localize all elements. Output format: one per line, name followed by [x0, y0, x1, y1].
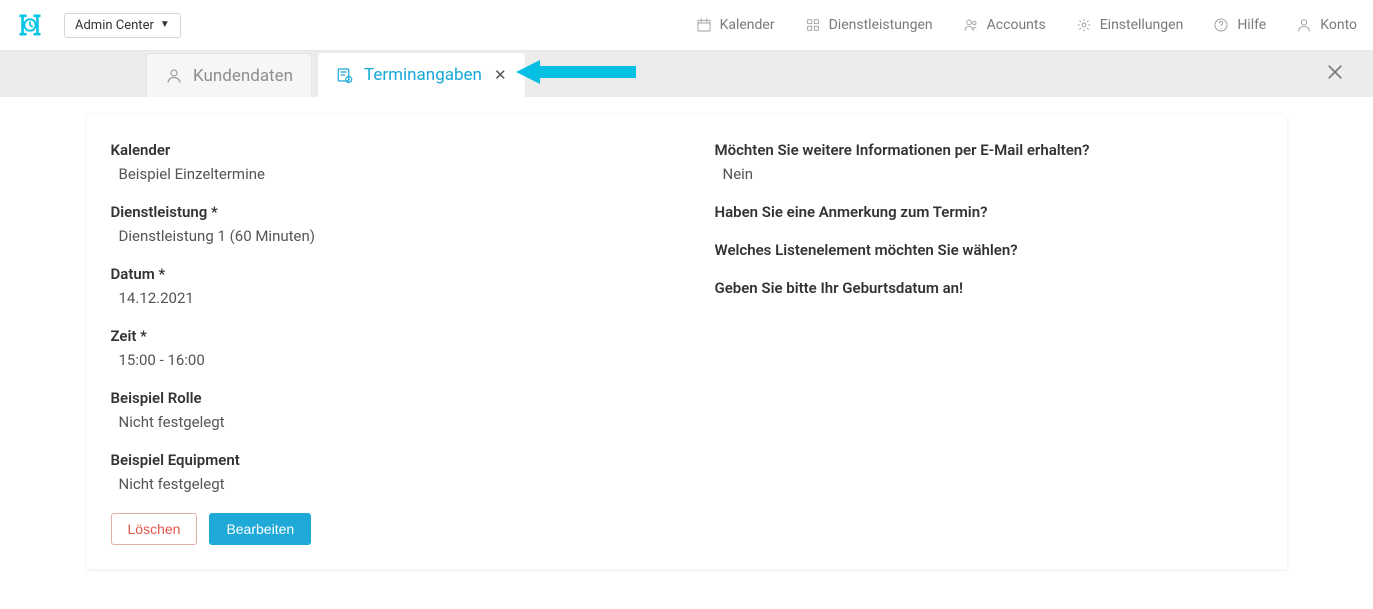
nav-calendar[interactable]: Kalender — [696, 17, 775, 33]
nav-help-label: Hilfe — [1237, 17, 1266, 33]
calendar-value: Beispiel Einzeltermine — [111, 165, 659, 183]
admin-center-label: Admin Center — [75, 18, 154, 33]
right-column: Möchten Sie weitere Informationen per E-… — [715, 141, 1263, 545]
q-birthdate-label: Geben Sie bitte Ihr Geburtsdatum an! — [715, 279, 1263, 297]
admin-center-dropdown[interactable]: Admin Center ▼ — [64, 13, 181, 38]
gear-icon — [1076, 17, 1092, 33]
nav-settings-label: Einstellungen — [1100, 17, 1184, 33]
service-label: Dienstleistung * — [111, 203, 659, 221]
calendar-label: Kalender — [111, 141, 659, 159]
left-column: Kalender Beispiel Einzeltermine Dienstle… — [111, 141, 659, 545]
nav-settings[interactable]: Einstellungen — [1076, 17, 1184, 33]
details-card: Kalender Beispiel Einzeltermine Dienstle… — [87, 115, 1287, 569]
date-label: Datum * — [111, 265, 659, 283]
edit-button[interactable]: Bearbeiten — [209, 513, 311, 545]
close-icon — [1325, 62, 1345, 82]
equipment-value: Nicht festgelegt — [111, 475, 659, 493]
users-icon — [963, 17, 979, 33]
time-value: 15:00 - 16:00 — [111, 351, 659, 369]
person-icon — [165, 67, 183, 85]
appointment-icon — [336, 66, 354, 84]
grid-icon — [805, 17, 821, 33]
delete-button[interactable]: Löschen — [111, 513, 198, 545]
nav-help[interactable]: Hilfe — [1213, 17, 1266, 33]
service-value: Dienstleistung 1 (60 Minuten) — [111, 227, 659, 245]
calendar-icon — [696, 17, 712, 33]
q-list-label: Welches Listenelement möchten Sie wählen… — [715, 241, 1263, 259]
nav-accounts-label: Accounts — [987, 17, 1046, 33]
q-note-label: Haben Sie eine Anmerkung zum Termin? — [715, 203, 1263, 221]
nav-accounts[interactable]: Accounts — [963, 17, 1046, 33]
q-email-value: Nein — [715, 165, 1263, 183]
time-label: Zeit * — [111, 327, 659, 345]
logo-icon[interactable] — [16, 11, 44, 39]
equipment-label: Beispiel Equipment — [111, 451, 659, 469]
arrow-annotation — [516, 58, 636, 90]
tab-customer-data-label: Kundendaten — [193, 66, 293, 86]
date-value: 14.12.2021 — [111, 289, 659, 307]
tab-close-icon[interactable]: ✕ — [494, 68, 507, 83]
top-nav: Kalender Dienstleistungen Accounts Einst… — [696, 17, 1357, 33]
tab-bar: Kundendaten Terminangaben ✕ — [0, 51, 1373, 97]
page-content: Kalender Beispiel Einzeltermine Dienstle… — [0, 97, 1373, 609]
role-label: Beispiel Rolle — [111, 389, 659, 407]
nav-calendar-label: Kalender — [720, 17, 775, 33]
tab-appointment-details[interactable]: Terminangaben ✕ — [318, 53, 524, 97]
caret-down-icon: ▼ — [160, 20, 170, 30]
help-icon — [1213, 17, 1229, 33]
q-email-label: Möchten Sie weitere Informationen per E-… — [715, 141, 1263, 159]
nav-services[interactable]: Dienstleistungen — [805, 17, 933, 33]
role-value: Nicht festgelegt — [111, 413, 659, 431]
nav-account-label: Konto — [1320, 17, 1357, 33]
nav-account[interactable]: Konto — [1296, 17, 1357, 33]
top-bar: Admin Center ▼ Kalender Dienstleistungen… — [0, 0, 1373, 51]
tab-customer-data[interactable]: Kundendaten — [146, 53, 312, 97]
user-icon — [1296, 17, 1312, 33]
close-panel-button[interactable] — [1325, 62, 1373, 86]
tab-appointment-details-label: Terminangaben — [364, 65, 482, 85]
nav-services-label: Dienstleistungen — [829, 17, 933, 33]
